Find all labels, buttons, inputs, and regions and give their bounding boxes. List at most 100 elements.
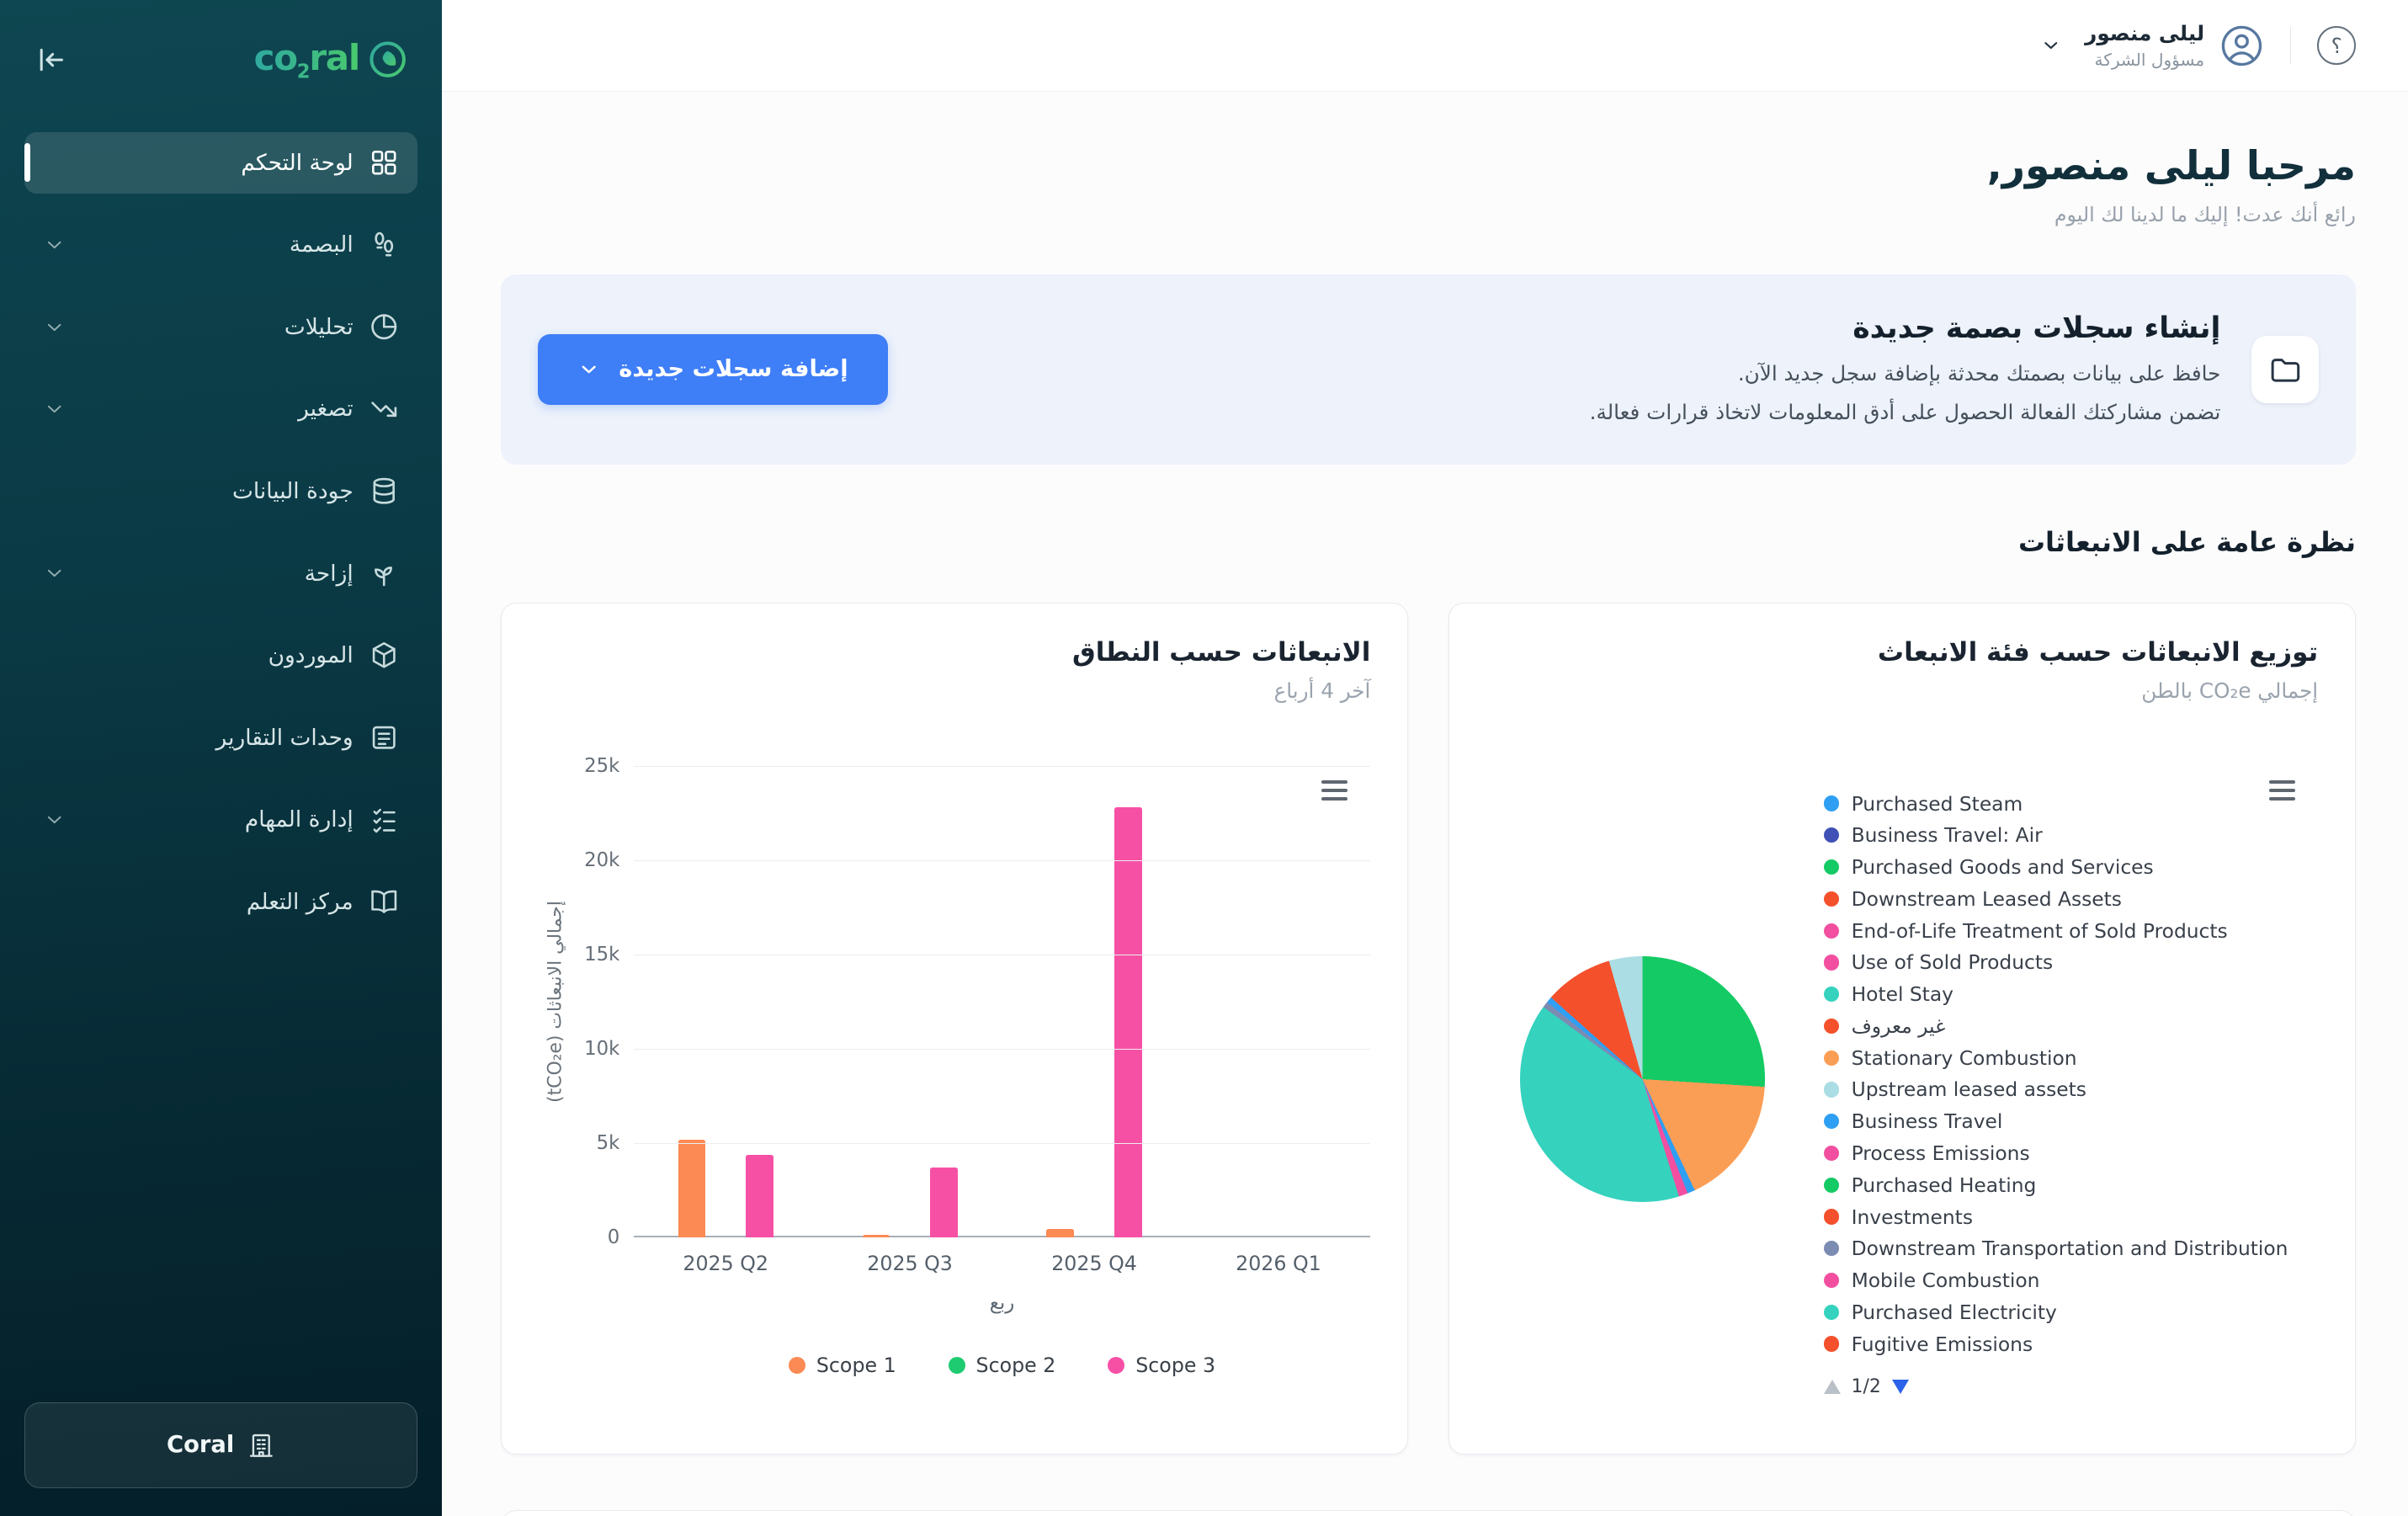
legend-label: Purchased Heating [1852, 1173, 2037, 1197]
legend-item[interactable]: End-of-Life Treatment of Sold Products [1824, 915, 2325, 947]
gridline [634, 1143, 1371, 1144]
database-icon [369, 476, 399, 506]
page-subtitle: رائع أنك عدت! إليك ما لدينا لك اليوم [501, 203, 2356, 226]
legend-dot [1824, 1146, 1839, 1161]
legend-dot [1824, 1082, 1839, 1097]
legend-item[interactable]: Fugitive Emissions [1824, 1328, 2325, 1360]
legend-item[interactable]: Hotel Stay [1824, 978, 2325, 1010]
legend-item[interactable]: Scope 1 [789, 1354, 896, 1377]
legend-label: Hotel Stay [1852, 982, 1954, 1006]
sidebar-item-task-management[interactable]: إدارة المهام [24, 789, 417, 850]
x-axis-title: ربع [634, 1292, 1371, 1314]
legend-dot [1824, 1178, 1839, 1193]
section-title: نظرة عامة على الانبعاثات [501, 526, 2356, 558]
legend-label: Process Emissions [1852, 1141, 2030, 1165]
sidebar-item-offset[interactable]: إزاحة [24, 543, 417, 604]
box-icon [369, 640, 399, 670]
pie-card-subtitle: إجمالي CO₂e بالطن [1486, 678, 2318, 703]
legend-item[interactable]: Business Travel [1824, 1105, 2325, 1137]
help-icon[interactable]: ؟ [2317, 26, 2356, 65]
legend-label: Use of Sold Products [1852, 950, 2054, 974]
legend-item[interactable]: Purchased Goods and Services [1824, 851, 2325, 883]
y-axis-tick: 25k [584, 755, 619, 777]
sidebar-item-analytics[interactable]: تحليلات [24, 296, 417, 358]
sidebar-collapse-icon[interactable] [34, 43, 67, 77]
legend-page-down-icon[interactable] [1892, 1380, 1909, 1394]
sidebar-header: co2ral [0, 0, 442, 82]
create-records-banner: إنشاء سجلات بصمة جديدة حافظ على بيانات ب… [501, 274, 2356, 465]
sidebar-item-footprint[interactable]: البصمة [24, 214, 417, 275]
legend-dot [949, 1357, 965, 1374]
legend-label: Purchased Steam [1852, 792, 2023, 816]
x-axis-tick: 2026 Q1 [1186, 1252, 1370, 1275]
legend-item[interactable]: Downstream Leased Assets [1824, 883, 2325, 915]
sidebar-item-label: الموردون [268, 642, 353, 668]
charts-row: توزيع الانبعاثات حسب فئة الانبعاث إجمالي… [501, 603, 2356, 1455]
legend-item[interactable]: Purchased Electricity [1824, 1296, 2325, 1328]
y-axis-tick: 5k [597, 1132, 620, 1154]
sidebar-item-suppliers[interactable]: الموردون [24, 625, 417, 686]
banner-texts: إنشاء سجلات بصمة جديدة حافظ على بيانات ب… [1590, 311, 2221, 427]
sidebar-item-reduce[interactable]: تصغير [24, 378, 417, 439]
legend-item[interactable]: Upstream leased assets [1824, 1074, 2325, 1106]
sidebar-item-dashboard[interactable]: لوحة التحكم [24, 132, 417, 194]
legend-dot [1824, 1241, 1839, 1256]
legend-label: غير معروف [1852, 1014, 1946, 1038]
legend-dot [1824, 1305, 1839, 1320]
y-axis-title: إجمالي الانبعاثات (tCO₂e) [545, 901, 566, 1103]
legend-label: Downstream Transportation and Distributi… [1852, 1237, 2288, 1260]
banner-icon-box [2251, 336, 2319, 403]
sidebar-item-label: لوحة التحكم [241, 150, 353, 176]
sidebar-item-learning-center[interactable]: مركز التعلم [24, 871, 417, 933]
banner-title: إنشاء سجلات بصمة جديدة [1590, 311, 2221, 345]
legend-item[interactable]: Use of Sold Products [1824, 947, 2325, 979]
bar-card-title: الانبعاثات حسب النطاق [539, 637, 1371, 668]
legend-page-up-icon[interactable] [1824, 1380, 1841, 1394]
sidebar-item-reporting-units[interactable]: وحدات التقارير [24, 707, 417, 769]
bar-group [1186, 766, 1370, 1237]
legend-item[interactable]: غير معروف [1824, 1010, 2325, 1042]
sidebar-item-data-quality[interactable]: جودة البيانات [24, 460, 417, 522]
x-axis-tick: 2025 Q2 [634, 1252, 818, 1275]
bar-yticks: 05k10k15k20k25k [572, 766, 634, 1237]
legend-item[interactable]: Downstream Transportation and Distributi… [1824, 1232, 2325, 1264]
legend-item[interactable]: Stationary Combustion [1824, 1042, 2325, 1074]
org-name: Coral [167, 1432, 234, 1458]
topbar-divider [2290, 27, 2291, 64]
legend-item[interactable]: Investments [1824, 1201, 2325, 1233]
legend-dot [1824, 987, 1839, 1002]
legend-page-indicator: 1/2 [1852, 1376, 1881, 1397]
add-records-button[interactable]: إضافة سجلات جديدة [538, 334, 888, 405]
chevron-down-icon [43, 397, 66, 420]
pie-card-title: توزيع الانبعاثات حسب فئة الانبعاث [1486, 637, 2318, 668]
user-menu[interactable]: ليلى منصور مسؤول الشركة [2040, 21, 2264, 70]
chevron-down-icon [43, 316, 66, 338]
legend-dot [1824, 1019, 1839, 1034]
x-axis-tick: 2025 Q3 [818, 1252, 1002, 1275]
legend-label: Scope 1 [816, 1354, 896, 1377]
sidebar-item-label: إزاحة [305, 561, 353, 587]
legend-item[interactable]: Purchased Steam [1824, 788, 2325, 820]
main-area: ؟ ليلى منصور مسؤول الشركة مرحبا ليلى منص… [442, 0, 2407, 1516]
legend-pagination: 1/2 [1824, 1365, 1909, 1397]
sidebar-footer-org[interactable]: Coral [24, 1402, 417, 1488]
legend-item[interactable]: Scope 3 [1108, 1354, 1215, 1377]
legend-item[interactable]: Scope 2 [949, 1354, 1056, 1377]
legend-item[interactable]: Process Emissions [1824, 1137, 2325, 1169]
sidebar-item-label: البصمة [290, 231, 353, 258]
legend-dot [789, 1357, 805, 1374]
bar-scope-1 [678, 1140, 706, 1238]
topbar: ؟ ليلى منصور مسؤول الشركة [442, 0, 2407, 92]
y-axis-title-column: إجمالي الانبعاثات (tCO₂e) [539, 766, 572, 1237]
legend-dot [1824, 1336, 1839, 1351]
legend-label: End-of-Life Treatment of Sold Products [1852, 919, 2228, 943]
legend-item[interactable]: Business Travel: Air [1824, 819, 2325, 851]
y-axis-tick: 15k [584, 944, 619, 965]
user-name: ليلى منصور [2085, 21, 2204, 45]
legend-item[interactable]: Purchased Heating [1824, 1169, 2325, 1201]
sidebar-item-label: تصغير [298, 396, 353, 422]
active-indicator [24, 143, 29, 183]
report-icon [369, 722, 399, 753]
legend-item[interactable]: Mobile Combustion [1824, 1264, 2325, 1296]
bar-legend: Scope 1 Scope 2 Scope 3 [634, 1354, 1371, 1377]
